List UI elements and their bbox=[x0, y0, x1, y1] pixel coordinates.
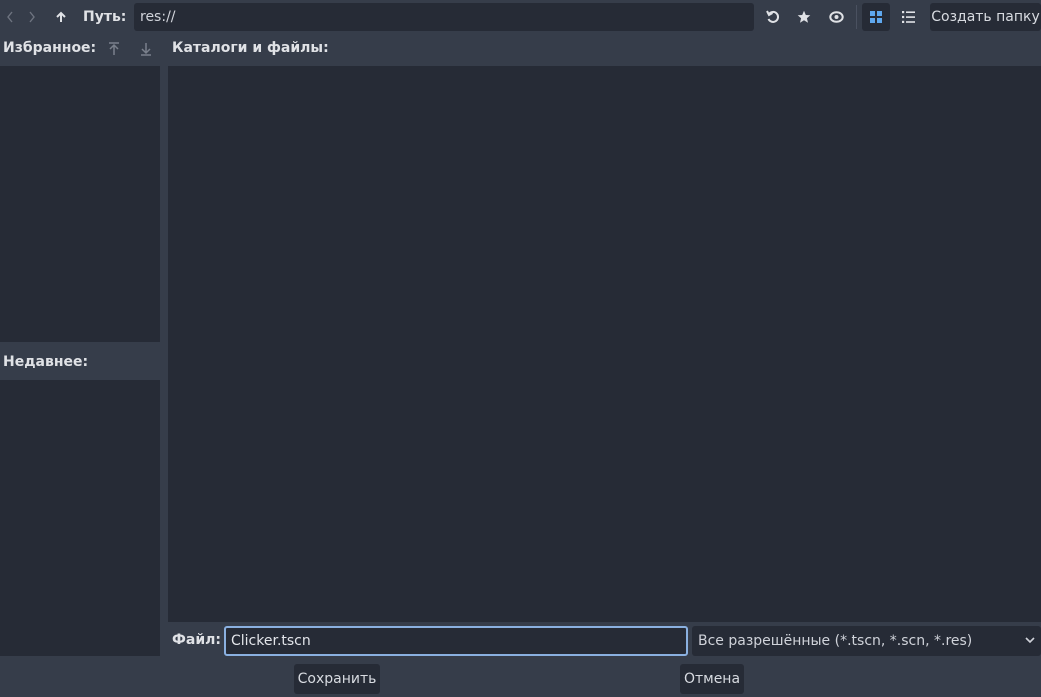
toolbar-separator bbox=[856, 5, 857, 29]
file-label: Файл: bbox=[172, 632, 221, 648]
path-input[interactable] bbox=[134, 3, 754, 31]
toolbar: Путь: Создать папку bbox=[0, 0, 1041, 34]
up-icon[interactable] bbox=[52, 3, 70, 31]
save-button[interactable]: Сохранить bbox=[294, 664, 380, 694]
eye-icon[interactable] bbox=[823, 3, 849, 31]
filter-select-value: Все разрешённые (*.tscn, *.scn, *.res) bbox=[698, 633, 973, 649]
chevron-down-icon bbox=[1023, 633, 1037, 647]
recent-title: Недавнее: bbox=[3, 354, 89, 370]
favorites-title: Избранное: bbox=[3, 40, 97, 56]
refresh-icon[interactable] bbox=[760, 3, 786, 31]
forward-icon[interactable] bbox=[24, 3, 40, 31]
file-dialog: Путь: Создать папку Избранное: Недавнее:… bbox=[0, 0, 1041, 697]
list-view-icon[interactable] bbox=[894, 3, 922, 31]
back-icon[interactable] bbox=[2, 3, 18, 31]
filter-select[interactable]: Все разрешённые (*.tscn, *.scn, *.res) bbox=[692, 626, 1041, 656]
files-list[interactable] bbox=[168, 66, 1041, 622]
move-down-icon[interactable] bbox=[136, 38, 156, 60]
grid-view-icon[interactable] bbox=[862, 3, 890, 31]
star-icon[interactable] bbox=[791, 3, 817, 31]
favorites-list[interactable] bbox=[0, 66, 160, 342]
move-up-icon[interactable] bbox=[104, 38, 124, 60]
path-label: Путь: bbox=[83, 9, 127, 25]
cancel-button[interactable]: Отмена bbox=[680, 664, 744, 694]
files-title: Каталоги и файлы: bbox=[172, 40, 329, 56]
filename-input[interactable] bbox=[224, 626, 688, 656]
recent-list[interactable] bbox=[0, 380, 160, 656]
create-folder-button[interactable]: Создать папку bbox=[930, 3, 1041, 31]
